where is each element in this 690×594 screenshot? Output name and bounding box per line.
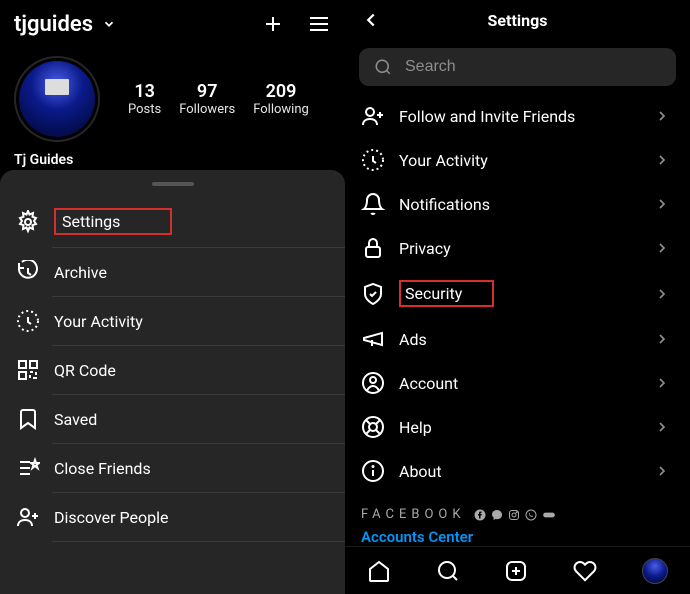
settings-help[interactable]: Help: [345, 405, 690, 449]
item-label: About: [399, 462, 636, 481]
chevron-right-icon: [650, 282, 674, 306]
brand-text: FACEBOOK: [361, 507, 466, 522]
stat-following[interactable]: 209 Following: [253, 81, 309, 117]
activity-icon: [16, 309, 40, 333]
qr-icon: [16, 358, 40, 382]
chevron-right-icon: [650, 104, 674, 128]
search-icon: [371, 55, 395, 79]
bookmark-icon: [16, 407, 40, 431]
close-friends-icon: [16, 456, 40, 480]
ads-icon: [361, 327, 385, 351]
lock-icon: [361, 236, 385, 260]
item-label: Notifications: [399, 195, 636, 214]
follow-icon: [361, 104, 385, 128]
instagram-icon: [508, 509, 520, 521]
facebook-icon: [474, 509, 486, 521]
menu-label: QR Code: [54, 361, 116, 380]
account-icon: [361, 371, 385, 395]
discover-icon: [16, 505, 40, 529]
settings-account[interactable]: Account: [345, 361, 690, 405]
menu-label: Your Activity: [54, 312, 143, 331]
chevron-right-icon: [650, 148, 674, 172]
username-selector[interactable]: tjguides: [14, 12, 121, 37]
profile-nav-avatar[interactable]: [642, 558, 668, 584]
avatar: [19, 61, 95, 137]
settings-activity[interactable]: Your Activity: [345, 138, 690, 182]
item-label: Ads: [399, 330, 636, 349]
menu-qr[interactable]: QR Code: [0, 346, 345, 394]
accounts-center-link[interactable]: Accounts Center: [345, 526, 690, 546]
help-icon: [361, 415, 385, 439]
username: tjguides: [14, 12, 93, 37]
bottom-sheet: Settings Archive Your Activity QR Code: [0, 170, 345, 594]
item-label: Help: [399, 418, 636, 437]
create-icon[interactable]: [261, 12, 285, 36]
hamburger-icon[interactable]: [307, 12, 331, 36]
stat-followers[interactable]: 97 Followers: [179, 81, 235, 117]
search-nav-icon[interactable]: [436, 559, 460, 583]
heart-icon[interactable]: [573, 559, 597, 583]
menu-label: Close Friends: [54, 459, 151, 478]
chevron-right-icon: [650, 192, 674, 216]
page-title: Settings: [345, 11, 690, 30]
search-input[interactable]: [405, 58, 664, 76]
menu-label: Saved: [54, 410, 97, 429]
oculus-icon: [542, 509, 556, 521]
chevron-right-icon: [650, 415, 674, 439]
item-label: Security: [399, 280, 494, 307]
bell-icon: [361, 192, 385, 216]
chevron-right-icon: [650, 236, 674, 260]
messenger-icon: [491, 509, 503, 521]
search-bar[interactable]: [359, 48, 676, 86]
menu-activity[interactable]: Your Activity: [0, 297, 345, 345]
item-label: Account: [399, 374, 636, 393]
settings-ads[interactable]: Ads: [345, 317, 690, 361]
menu-label: Settings: [54, 208, 172, 235]
chevron-right-icon: [650, 459, 674, 483]
settings-notifications[interactable]: Notifications: [345, 182, 690, 226]
item-label: Your Activity: [399, 151, 636, 170]
archive-icon: [16, 260, 40, 284]
menu-archive[interactable]: Archive: [0, 248, 345, 296]
chevron-right-icon: [650, 371, 674, 395]
avatar-ring[interactable]: [14, 56, 100, 142]
menu-label: Archive: [54, 263, 107, 282]
gear-icon: [16, 210, 40, 234]
settings-security[interactable]: Security: [345, 270, 690, 317]
menu-discover[interactable]: Discover People: [0, 493, 345, 541]
sheet-handle[interactable]: [152, 182, 194, 186]
create-nav-icon[interactable]: [504, 559, 528, 583]
settings-about[interactable]: About: [345, 449, 690, 493]
item-label: Privacy: [399, 239, 636, 258]
settings-privacy[interactable]: Privacy: [345, 226, 690, 270]
activity-icon: [361, 148, 385, 172]
bottom-nav: [345, 546, 690, 594]
menu-label: Discover People: [54, 508, 169, 527]
stat-posts[interactable]: 13 Posts: [128, 81, 161, 117]
shield-icon: [361, 282, 385, 306]
settings-follow-invite[interactable]: Follow and Invite Friends: [345, 94, 690, 138]
whatsapp-icon: [525, 509, 537, 521]
brand-row: FACEBOOK: [345, 493, 690, 526]
info-icon: [361, 459, 385, 483]
chevron-down-icon: [97, 12, 121, 36]
menu-settings[interactable]: Settings: [0, 196, 345, 247]
menu-close-friends[interactable]: Close Friends: [0, 444, 345, 492]
back-icon[interactable]: [359, 8, 383, 32]
home-icon[interactable]: [367, 559, 391, 583]
item-label: Follow and Invite Friends: [399, 107, 636, 126]
menu-saved[interactable]: Saved: [0, 395, 345, 443]
chevron-right-icon: [650, 327, 674, 351]
